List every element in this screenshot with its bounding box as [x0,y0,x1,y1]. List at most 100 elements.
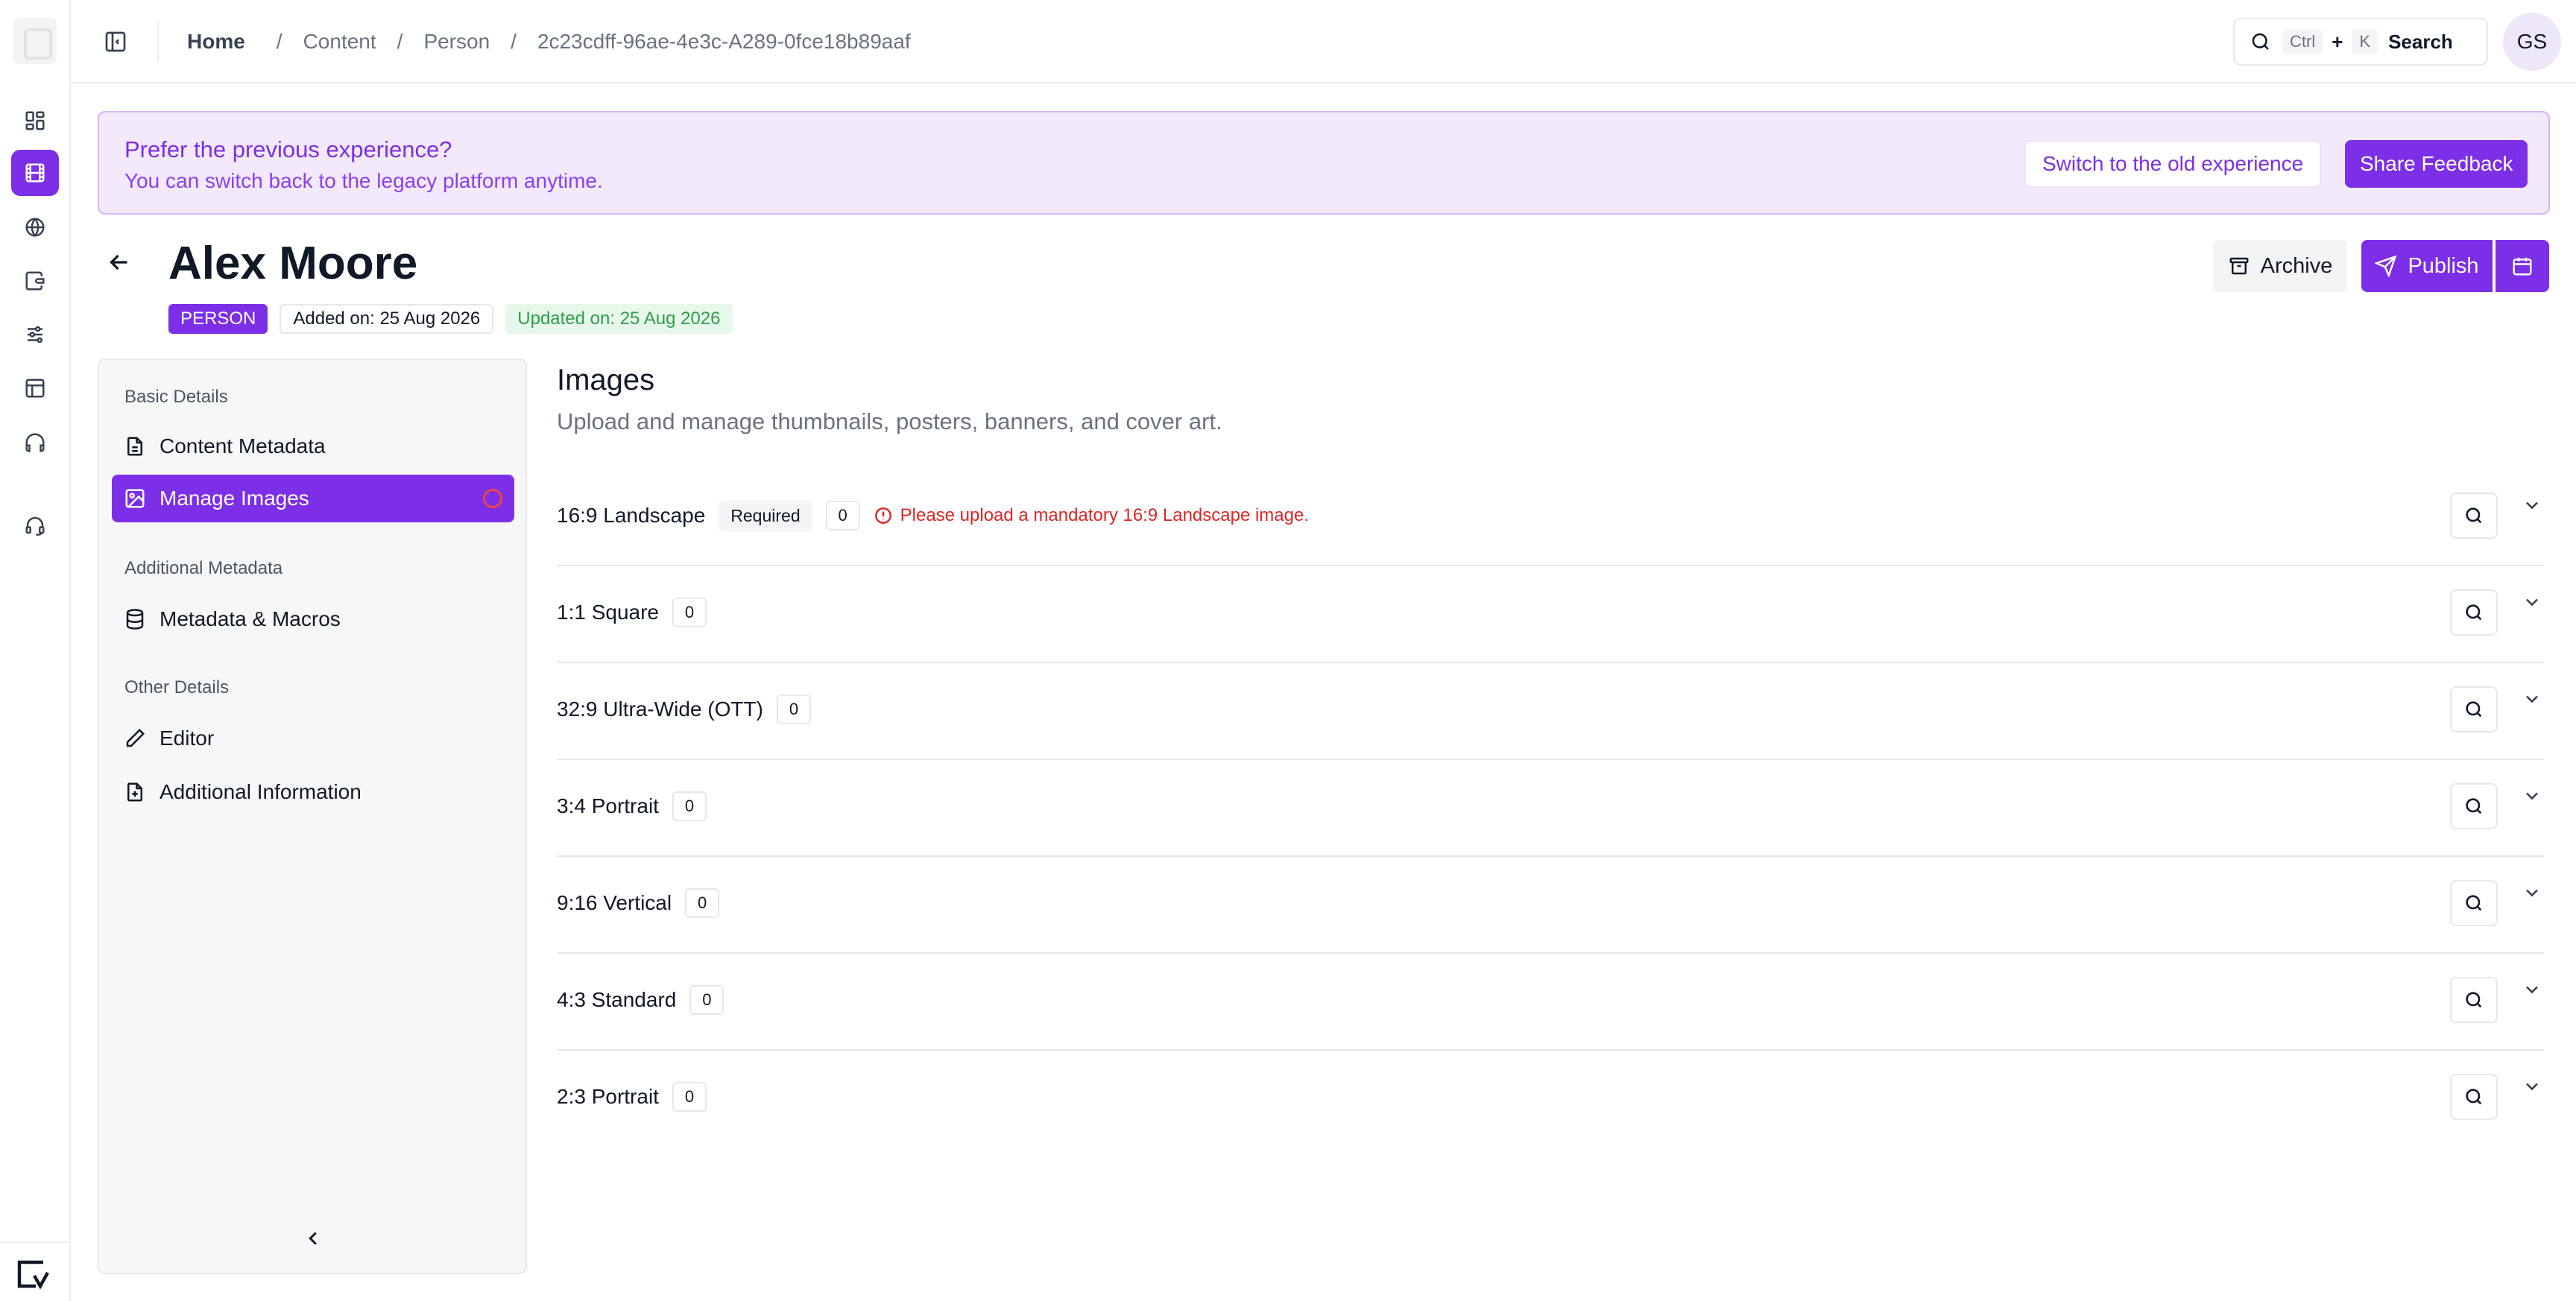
chevron-down-icon [2522,785,2544,806]
expand-row-button[interactable] [2522,495,2544,517]
row-error: Please upload a mandatory 16:9 Landscape… [874,505,1309,526]
alert-circle-icon [874,506,893,525]
image-ratio-row[interactable]: 32:9 Ultra-Wide (OTT) 0 [557,663,2544,760]
rail-layout[interactable] [11,365,59,411]
rail-wallet[interactable] [11,258,59,304]
top-bar: Home / Content / Person / 2c23cdff-96ae-… [71,0,2576,83]
error-indicator-icon [483,489,502,508]
search-icon [2463,1086,2484,1107]
arrow-left-icon [106,249,136,276]
search-icon [2463,893,2484,914]
breadcrumb: Home / Content / Person / 2c23cdff-96ae-… [187,0,932,83]
publish-button[interactable]: Publish [2361,240,2493,292]
expand-row-button[interactable] [2522,785,2544,808]
archive-label: Archive [2260,253,2333,278]
image-ratio-row[interactable]: 2:3 Portrait 0 [557,1051,2544,1148]
nav-item-manage-images[interactable]: Manage Images [112,475,514,522]
banner-title: Prefer the previous experience? [124,136,452,162]
switch-old-experience-button[interactable]: Switch to the old experience [2024,140,2322,188]
section-title: Images [557,364,655,396]
file-plus-icon [124,781,146,803]
ratio-label: 32:9 Ultra-Wide (OTT) [557,697,763,721]
breadcrumb-person[interactable]: Person [423,30,490,54]
row-header: 2:3 Portrait 0 [557,1051,707,1143]
section-subtitle: Upload and manage thumbnails, posters, b… [557,408,1222,434]
nav-item-content-metadata[interactable]: Content Metadata [112,422,514,470]
search-images-button[interactable] [2450,880,2498,926]
nav-item-metadata-macros[interactable]: Metadata & Macros [112,595,514,643]
chevron-down-icon [2522,882,2544,903]
nav-item-label: Content Metadata [160,434,326,458]
nav-item-editor[interactable]: Editor [112,715,514,762]
dashboard-icon [24,110,46,132]
image-ratio-row[interactable]: 1:1 Square 0 [557,566,2544,663]
image-ratio-row[interactable]: 3:4 Portrait 0 [557,760,2544,857]
expand-row-button[interactable] [2522,592,2544,614]
nav-item-label: Manage Images [160,487,309,510]
ratio-label: 1:1 Square [557,601,659,624]
search-images-button[interactable] [2450,589,2498,636]
nav-item-additional-information[interactable]: Additional Information [112,768,514,816]
ratio-label: 9:16 Vertical [557,891,672,914]
send-icon [2375,255,2397,277]
breadcrumb-home[interactable]: Home [187,30,245,54]
error-message: Please upload a mandatory 16:9 Landscape… [900,505,1310,525]
app-logo[interactable] [13,18,57,64]
schedule-publish-button[interactable] [2496,240,2549,292]
search-images-button[interactable] [2450,783,2498,829]
search-images-button[interactable] [2450,977,2498,1023]
expand-row-button[interactable] [2522,1076,2544,1098]
image-ratio-row[interactable]: 4:3 Standard 0 [557,954,2544,1051]
database-icon [124,608,146,630]
image-ratio-row[interactable]: 16:9 Landscape Required 0 Please upload a m… [557,469,2544,566]
collapse-nav-button[interactable] [302,1227,326,1251]
sidebar-toggle-button[interactable] [101,27,130,57]
user-avatar[interactable]: GS [2503,13,2561,71]
headset-icon [24,514,46,536]
wallet-icon [24,270,46,292]
breadcrumb-content[interactable]: Content [303,30,376,54]
chevron-down-icon [2522,689,2544,709]
image-count-badge: 0 [689,985,724,1015]
brand-footer[interactable] [0,1241,69,1301]
breadcrumb-separator: / [397,30,403,53]
type-badge: PERSON [168,304,268,334]
search-button[interactable]: Ctrl + K Search [2233,18,2488,66]
share-feedback-button[interactable]: Share Feedback [2345,140,2528,188]
image-count-badge: 0 [685,888,720,918]
rail-settings[interactable] [11,311,59,358]
image-ratio-row[interactable]: 9:16 Vertical 0 [557,857,2544,954]
rail-support[interactable] [11,420,59,466]
legacy-banner: Prefer the previous experience? You can … [98,111,2550,215]
back-button[interactable] [106,249,136,279]
archive-button[interactable]: Archive [2213,240,2347,292]
expand-row-button[interactable] [2522,689,2544,711]
ratio-label: 3:4 Portrait [557,794,659,817]
expand-row-button[interactable] [2522,882,2544,905]
topbar-divider [157,21,159,63]
rail-dashboard[interactable] [11,98,59,144]
rail-content[interactable] [11,150,59,196]
page-title: Alex Moore [168,238,418,289]
row-header: 4:3 Standard 0 [557,954,724,1046]
breadcrumb-separator: / [276,30,282,53]
search-icon [2463,699,2484,720]
chevron-down-icon [2522,495,2544,516]
chevron-down-icon [2522,1076,2544,1097]
search-images-button[interactable] [2450,493,2498,539]
image-count-badge: 0 [672,791,707,821]
image-count-badge: 0 [672,1082,707,1112]
breadcrumb-separator: / [511,30,517,53]
search-icon [2250,31,2272,53]
rail-help[interactable] [11,502,59,548]
row-header: 16:9 Landscape Required 0 Please upload a m… [557,469,1309,562]
kbd-ctrl: Ctrl [2282,29,2323,54]
archive-icon [2228,255,2250,277]
search-images-button[interactable] [2450,1074,2498,1120]
updated-date-badge: Updated on: 25 Aug 2026 [505,304,733,334]
nav-item-label: Metadata & Macros [160,607,341,630]
kbd-k: K [2352,29,2378,54]
search-images-button[interactable] [2450,686,2498,732]
expand-row-button[interactable] [2522,979,2544,1001]
rail-globe[interactable] [11,204,59,250]
